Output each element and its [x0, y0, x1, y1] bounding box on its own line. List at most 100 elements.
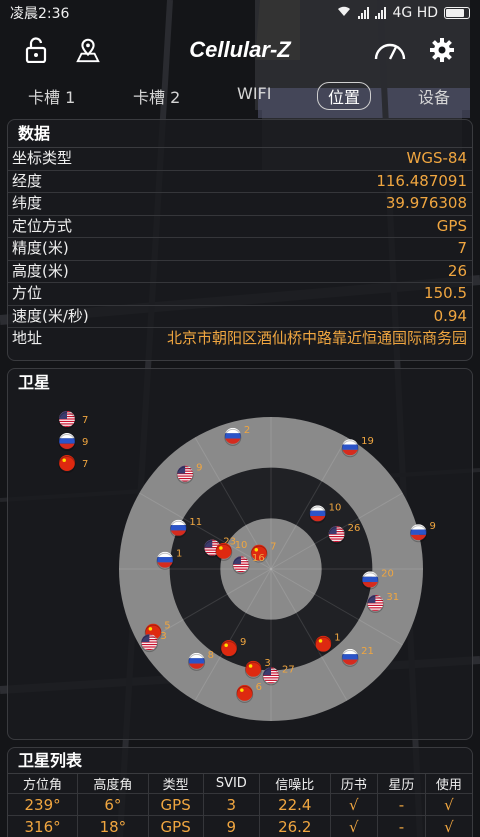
satellite-id-label: 9: [429, 521, 435, 532]
satellite-id-label: 8: [208, 650, 214, 661]
status-bar: 凌晨2:36 4G HD: [0, 0, 480, 26]
satellite-marker[interactable]: [361, 571, 379, 590]
table-header: 类型: [148, 774, 204, 794]
data-row-key: 定位方式: [12, 216, 73, 235]
table-cell: -: [377, 815, 426, 837]
table-header: SVID: [203, 774, 261, 794]
app-title: Cellular-Z: [189, 37, 291, 62]
speedometer-icon[interactable]: [372, 36, 408, 64]
satellite-id-label: 3: [160, 631, 166, 642]
cn-flag-icon: [58, 455, 76, 473]
data-row: 精度(米) 7: [8, 238, 472, 261]
sky-plot-svg: 7972199111026231017169203153893276121: [58, 411, 436, 721]
legend-count: 7: [82, 459, 88, 470]
satellite-card-title: 卫星: [18, 373, 51, 392]
data-row: 纬度 39.976308: [8, 193, 472, 216]
tab-sim1[interactable]: 卡槽 1: [28, 84, 75, 108]
satellite-id-label: 27: [282, 664, 295, 675]
us-flag-icon: [58, 411, 76, 429]
data-row: 经度 116.487091: [8, 171, 472, 193]
table-row[interactable]: 316° 18° GPS 9 26.2 √ - √: [8, 815, 472, 837]
satellite-id-label: 6: [256, 682, 262, 693]
data-row-value: 7: [457, 239, 467, 257]
satellite-marker[interactable]: [236, 684, 254, 703]
status-time: 凌晨2:36: [10, 6, 70, 22]
satellite-marker[interactable]: [215, 542, 233, 561]
table-cell: 26.2: [259, 815, 331, 837]
satellite-id-label: 19: [361, 436, 374, 447]
table-cell: GPS: [148, 793, 204, 816]
data-row: 地址 北京市朝阳区酒仙桥中路靠近恒通国际商务园: [8, 328, 472, 350]
signal-icon-2: [375, 7, 387, 19]
table-cell: 3: [203, 793, 261, 816]
data-row-value: GPS: [436, 216, 467, 235]
table-cell: 239°: [8, 793, 79, 816]
satellite-id-label: 26: [348, 523, 361, 534]
table-cell: 22.4: [259, 793, 331, 816]
satellite-list-card: 卫星列表 方位角 高度角 类型 SVID 信噪比 历书 星历 使用 239° 6° GPS 3 22.…: [7, 747, 473, 837]
satellite-id-label: 1: [334, 633, 340, 644]
satellite-id-label: 21: [361, 646, 374, 657]
table-header: 历书: [330, 774, 379, 794]
data-row-key: 纬度: [12, 194, 43, 212]
satellite-marker[interactable]: [314, 635, 332, 654]
table-cell: 6°: [77, 793, 149, 816]
satellite-id-label: 11: [189, 517, 202, 528]
table-header: 方位角: [8, 774, 79, 794]
data-row-value: WGS-84: [406, 149, 467, 167]
satellite-list-title: 卫星列表: [8, 748, 472, 774]
satellite-id-label: 1: [176, 549, 182, 560]
tab-sim2[interactable]: 卡槽 2: [133, 84, 180, 108]
satellite-marker[interactable]: [244, 660, 262, 679]
satellite-marker[interactable]: [409, 524, 427, 543]
satellite-marker[interactable]: [366, 594, 384, 613]
satellite-marker[interactable]: [341, 648, 359, 667]
tab-wifi[interactable]: WIFI: [237, 84, 271, 103]
satellite-marker[interactable]: [224, 427, 242, 446]
data-row: 坐标类型 WGS-84: [8, 148, 472, 171]
satellite-marker[interactable]: [341, 439, 359, 458]
satellite-marker[interactable]: [262, 667, 280, 686]
satellite-id-label: 7: [270, 542, 276, 553]
satellite-id-label: 5: [164, 621, 170, 632]
satellite-table: 方位角 高度角 类型 SVID 信噪比 历书 星历 使用 239° 6° GPS 3 22.4 √ - √ 3…: [8, 774, 472, 837]
table-cell: 9: [203, 815, 261, 837]
data-row-key: 地址: [12, 329, 43, 347]
satellite-id-label: 2: [244, 425, 250, 436]
data-row: 定位方式 GPS: [8, 216, 472, 238]
satellite-id-label: 3: [264, 658, 270, 669]
satellite-marker[interactable]: [232, 556, 250, 575]
sky-plot: 7 9 7 2 19 9 11 10 26 23 10 1 7 16 9 20 31 5 3 8 9 3 27 6 1 21: [8, 397, 474, 739]
table-row[interactable]: 239° 6° GPS 3 22.4 √ - √: [8, 793, 472, 816]
satellite-marker[interactable]: [188, 652, 206, 671]
table-cell: -: [377, 793, 426, 816]
satellite-id-label: 20: [381, 568, 394, 579]
satellite-marker[interactable]: [328, 526, 346, 545]
tab-location[interactable]: 位置: [317, 82, 372, 110]
satellite-marker[interactable]: [176, 465, 194, 484]
satellite-id-label: 9: [240, 637, 246, 648]
data-row-value: 116.487091: [376, 171, 467, 190]
data-row: 方位 150.5: [8, 283, 472, 306]
network-type: 4G HD: [392, 5, 438, 21]
satellite-id-label: 10: [235, 540, 248, 551]
satellite-marker[interactable]: [156, 551, 174, 570]
tab-device[interactable]: 设备: [418, 84, 450, 108]
satellite-marker[interactable]: [140, 634, 158, 653]
toolbar: Cellular-Z: [0, 26, 480, 74]
table-cell: √: [425, 815, 472, 837]
table-header: 使用: [425, 774, 472, 794]
gear-icon[interactable]: [428, 36, 456, 64]
satellite-marker[interactable]: [220, 640, 238, 659]
data-row-key: 方位: [12, 284, 43, 302]
table-cell: √: [330, 815, 379, 837]
data-list: 坐标类型 WGS-84 经度 116.487091 纬度 39.976308 定位方式 GPS…: [8, 148, 472, 350]
satellite-marker[interactable]: [309, 505, 327, 524]
data-row-key: 速度(米/秒): [12, 306, 89, 325]
ru-flag-icon: [58, 433, 76, 451]
data-card-title: 数据: [8, 120, 472, 148]
satellite-marker[interactable]: [169, 519, 187, 538]
data-row-value: 北京市朝阳区酒仙桥中路靠近恒通国际商务园: [167, 329, 468, 347]
table-header: 信噪比: [259, 774, 331, 794]
table-cell: 18°: [77, 815, 149, 837]
